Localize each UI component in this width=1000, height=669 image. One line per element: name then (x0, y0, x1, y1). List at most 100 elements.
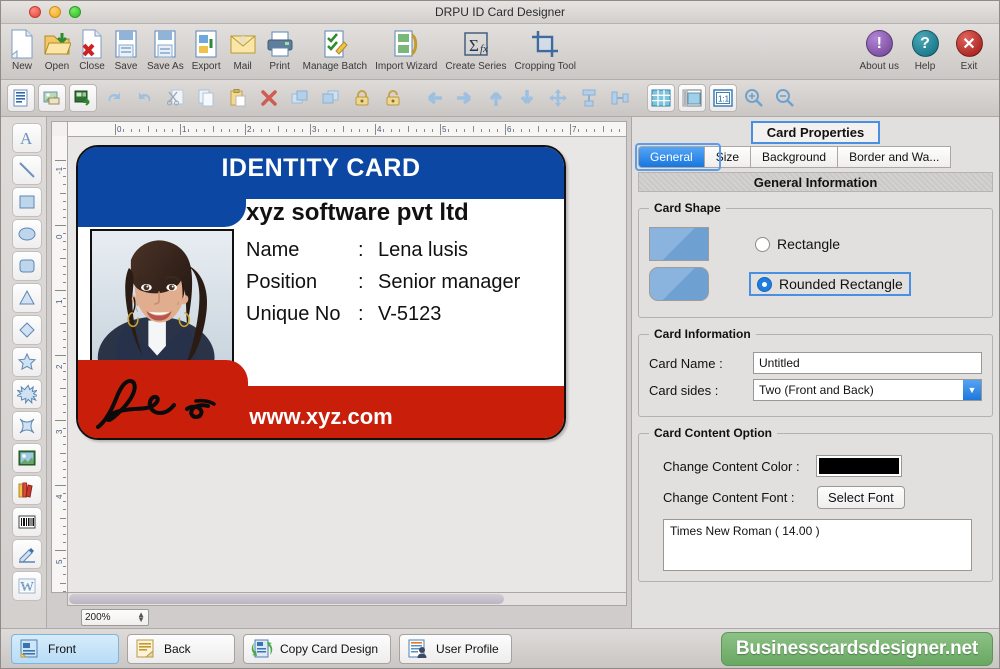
distribute-vertical-button[interactable] (575, 84, 603, 112)
copy-card-design-button[interactable]: Copy Card Design (243, 633, 392, 664)
align-bottom-button[interactable] (513, 84, 541, 112)
copy-button[interactable] (193, 84, 221, 112)
tool-line[interactable] (11, 155, 42, 185)
ruler-tick-major (505, 124, 506, 135)
front-side-icon (20, 639, 38, 657)
minimize-window-button[interactable] (49, 6, 61, 18)
id-card-preview[interactable]: IDENTITY CARD xyz software pvt ltd Name … (76, 145, 566, 440)
toolbar-button-save-as[interactable]: Save As (143, 27, 188, 72)
ruler-tick-major (570, 124, 571, 135)
toolbar-button-about-us[interactable]: ! About us (856, 27, 903, 72)
card-sides-select[interactable]: Two (Front and Back) ▼ (753, 379, 982, 401)
tab-size[interactable]: Size (704, 146, 752, 168)
paste-button[interactable] (224, 84, 252, 112)
lock-button[interactable] (348, 84, 376, 112)
toolbar-button-cropping-tool[interactable]: Cropping Tool (510, 27, 580, 72)
redo-button[interactable] (131, 84, 159, 112)
toolbar-button-manage-batch[interactable]: Manage Batch (299, 27, 372, 72)
ruler-corner (51, 121, 67, 136)
svg-text:1:1: 1:1 (718, 95, 730, 104)
ruler-tick-minor (63, 200, 66, 202)
toolbar-label-open: Open (44, 61, 70, 72)
tool-starburst[interactable] (11, 379, 42, 409)
toolbar-button-new[interactable]: New (5, 27, 39, 72)
tool-text[interactable]: A (11, 123, 42, 153)
zoom-in-button[interactable] (740, 84, 768, 112)
tool-four-point-star[interactable] (11, 411, 42, 441)
tab-background[interactable]: Background (751, 146, 839, 168)
signature-tool-icon (18, 548, 35, 563)
align-right-button[interactable] (451, 84, 479, 112)
close-window-button[interactable] (29, 6, 41, 18)
radio-button-icon[interactable] (755, 236, 770, 252)
grid-button[interactable] (647, 84, 675, 112)
cut-button[interactable] (162, 84, 190, 112)
ruler-tick-minor (63, 590, 66, 592)
unlock-button[interactable] (379, 84, 407, 112)
tool-diamond[interactable] (11, 315, 42, 345)
tool-triangle[interactable] (11, 283, 42, 313)
delete-button[interactable] (255, 84, 283, 112)
card-field-row: Name : Lena lusis (246, 239, 520, 262)
toolbar-button-mail[interactable]: Mail (225, 27, 261, 72)
toolbar-button-exit[interactable]: ✕ Exit (947, 27, 991, 72)
card-field-separator: : (358, 271, 364, 293)
tool-ellipse[interactable] (11, 219, 42, 249)
toolbar-button-print[interactable]: Print (261, 27, 299, 72)
zoom-level-stepper[interactable]: 200% ▲ ▼ (81, 608, 149, 626)
canvas-horizontal-scrollbar[interactable] (67, 593, 627, 606)
ruler-tick-minor (204, 129, 206, 132)
tool-signature[interactable] (11, 539, 42, 569)
tool-star[interactable] (11, 347, 42, 377)
actual-size-button[interactable]: 1:1 (709, 84, 737, 112)
align-left-button[interactable] (420, 84, 448, 112)
toolbar-button-close[interactable]: Close (75, 27, 109, 72)
toolbar-button-open[interactable]: Open (39, 27, 75, 72)
toolbar-button-export[interactable]: Export (188, 27, 225, 72)
rectangle-thumbnail-icon[interactable] (649, 227, 709, 261)
tool-watermark[interactable]: W (11, 571, 42, 601)
toolbar-button-save[interactable]: Save (109, 27, 143, 72)
tool-library[interactable] (11, 475, 42, 505)
chevron-down-icon[interactable]: ▼ (963, 380, 981, 400)
content-color-swatch[interactable] (816, 455, 902, 477)
tab-general[interactable]: General (638, 146, 705, 168)
select-font-button[interactable]: Select Font (817, 486, 905, 509)
shape-option-rounded-rectangle[interactable]: Rounded Rectangle (649, 267, 982, 301)
toolbar-button-help[interactable]: ? Help (903, 27, 947, 72)
card-photo[interactable] (90, 229, 234, 379)
toolbar-button-import-wizard[interactable]: Import Wizard (371, 27, 441, 72)
radio-rectangle[interactable]: Rectangle (749, 234, 846, 254)
align-center-button[interactable] (544, 84, 572, 112)
front-side-button[interactable]: Front (11, 633, 119, 664)
align-top-button[interactable] (482, 84, 510, 112)
shape-option-rectangle[interactable]: Rectangle (649, 227, 982, 261)
export-image-button[interactable] (69, 84, 97, 112)
zoom-out-button[interactable] (771, 84, 799, 112)
send-to-back-button[interactable] (317, 84, 345, 112)
scrollbar-thumb[interactable] (69, 594, 505, 604)
insert-image-button[interactable] (38, 84, 66, 112)
toolbar-button-create-series[interactable]: Σfx Create Series (441, 27, 510, 72)
ruler-tick-minor (480, 129, 482, 132)
tool-rectangle[interactable] (11, 187, 42, 217)
text-properties-button[interactable] (7, 84, 35, 112)
user-profile-button[interactable]: User Profile (399, 633, 512, 664)
tab-border-and-watermark[interactable]: Border and Wa... (838, 146, 952, 168)
undo-button[interactable] (100, 84, 128, 112)
stepper-arrows-icon[interactable]: ▲ ▼ (137, 611, 145, 624)
tool-image[interactable] (11, 443, 42, 473)
ruler-tick-minor (63, 371, 66, 373)
tool-rounded-rectangle[interactable] (11, 251, 42, 281)
radio-button-selected-icon[interactable] (757, 276, 772, 292)
radio-rounded-rectangle[interactable]: Rounded Rectangle (749, 272, 911, 296)
card-sheet[interactable]: IDENTITY CARD xyz software pvt ltd Name … (67, 136, 627, 593)
rounded-rectangle-thumbnail-icon[interactable] (649, 267, 709, 301)
card-name-input[interactable]: Untitled (753, 352, 982, 374)
zoom-window-button[interactable] (69, 6, 81, 18)
fit-to-page-button[interactable] (678, 84, 706, 112)
bring-to-front-button[interactable] (286, 84, 314, 112)
tool-barcode[interactable] (11, 507, 42, 537)
distribute-horizontal-button[interactable] (606, 84, 634, 112)
back-side-button[interactable]: Back (127, 633, 235, 664)
